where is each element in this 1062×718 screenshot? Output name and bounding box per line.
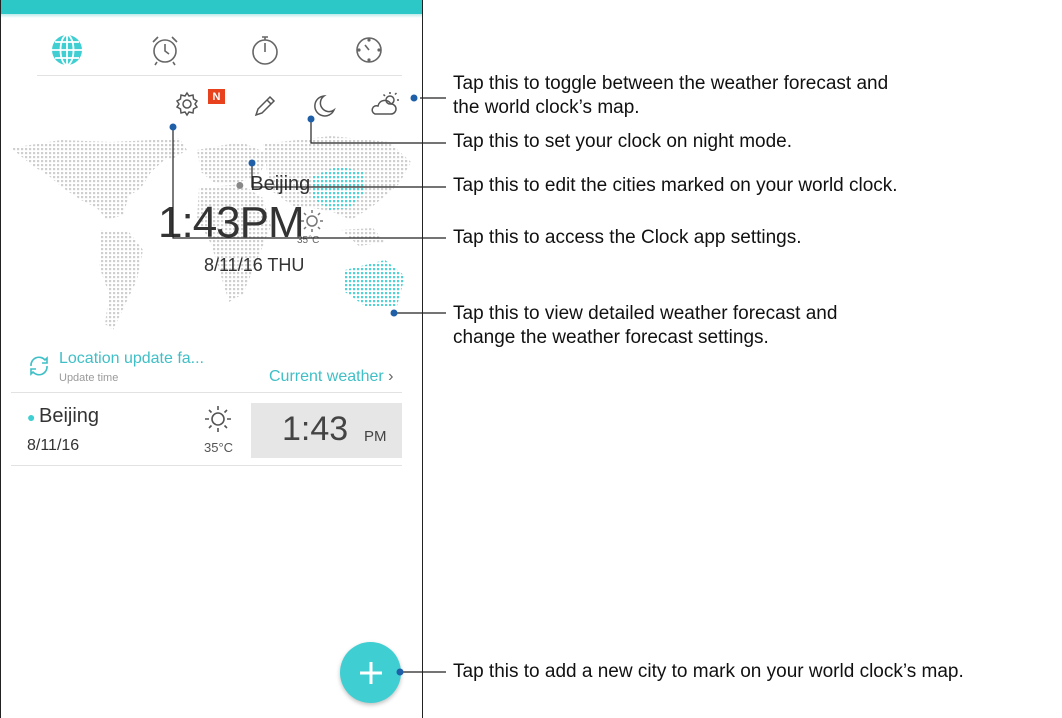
timer-icon[interactable] bbox=[351, 32, 387, 68]
callout-text: Tap this to toggle between the weather f… bbox=[453, 73, 889, 118]
stopwatch-icon[interactable] bbox=[247, 32, 283, 68]
pencil-icon[interactable] bbox=[251, 92, 281, 122]
location-status[interactable]: Location update fa... bbox=[59, 350, 204, 368]
callout-text: Tap this to view detailed weather foreca… bbox=[453, 303, 838, 348]
callout-settings: Tap this to access the Clock app setting… bbox=[453, 227, 802, 248]
new-badge: N bbox=[208, 89, 225, 104]
map-city-label: ● Beijing bbox=[235, 173, 310, 196]
clock-app-screen: N ● Beijing 1:43PM 35°C 8/11/16 THU Loca… bbox=[0, 0, 423, 718]
chevron-right-icon: › bbox=[388, 368, 394, 385]
gear-icon[interactable] bbox=[173, 90, 203, 120]
callout-weather-toggle: Tap this to toggle between the weather f… bbox=[453, 72, 888, 120]
city-row-ampm: PM bbox=[364, 428, 387, 445]
city-row-name[interactable]: ● Beijing bbox=[27, 405, 100, 428]
city-row-temp: 35°C bbox=[204, 440, 234, 455]
callout-weather-detail: Tap this to view detailed weather foreca… bbox=[453, 302, 837, 350]
sun-icon bbox=[203, 404, 233, 439]
plus-icon bbox=[359, 661, 382, 684]
divider bbox=[11, 465, 402, 466]
city-row-time: 1:43 bbox=[282, 410, 349, 448]
callout-edit-cities: Tap this to edit the cities marked on yo… bbox=[453, 175, 898, 196]
status-bar bbox=[1, 0, 422, 14]
update-time-label: Update time bbox=[59, 372, 119, 384]
city-name: Beijing bbox=[39, 405, 100, 427]
divider bbox=[11, 392, 402, 393]
current-weather-link[interactable]: Current weather › bbox=[269, 368, 394, 386]
callout-night-mode: Tap this to set your clock on night mode… bbox=[453, 131, 793, 152]
current-weather-label: Current weather bbox=[269, 368, 384, 385]
alarm-clock-icon[interactable] bbox=[147, 32, 183, 68]
map-temp: 35°C bbox=[297, 235, 320, 246]
status-bar-shadow bbox=[1, 14, 422, 18]
moon-icon[interactable] bbox=[310, 92, 340, 122]
location-pin-icon: ● bbox=[235, 177, 245, 194]
tabs-divider bbox=[37, 75, 402, 76]
map-date: 8/11/16 THU bbox=[204, 255, 305, 275]
callout-add-city: Tap this to add a new city to mark on yo… bbox=[453, 661, 964, 682]
city-row-date: 8/11/16 bbox=[27, 437, 80, 454]
cloud-sun-icon[interactable] bbox=[369, 90, 399, 120]
map-time: 1:43PM bbox=[158, 198, 305, 247]
location-pin-icon: ● bbox=[27, 409, 36, 425]
globe-icon[interactable] bbox=[49, 32, 85, 68]
map-city-name: Beijing bbox=[250, 173, 311, 195]
refresh-icon[interactable] bbox=[27, 354, 51, 383]
add-city-button[interactable] bbox=[340, 642, 401, 703]
